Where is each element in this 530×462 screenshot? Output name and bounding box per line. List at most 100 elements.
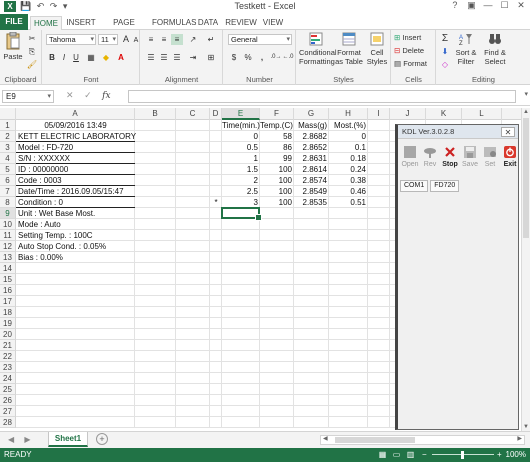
cell-h8[interactable]: 0.51: [329, 197, 368, 208]
cell-g4[interactable]: 2.8631: [294, 153, 329, 164]
cell-a4[interactable]: S/N : XXXXXX: [16, 153, 135, 164]
column-header-e[interactable]: E: [222, 108, 260, 120]
row-header-24[interactable]: 24: [0, 373, 16, 384]
add-sheet-icon[interactable]: +: [96, 433, 108, 445]
row-header-15[interactable]: 15: [0, 274, 16, 285]
clear-icon[interactable]: ◇: [439, 59, 451, 70]
sheet-tab-sheet1[interactable]: Sheet1: [48, 432, 88, 447]
cell-a1[interactable]: 05/09/2016 13:49: [16, 120, 135, 131]
cell-e2[interactable]: 0: [222, 131, 260, 142]
page-break-view-icon[interactable]: ▥: [405, 448, 416, 462]
cell-f8[interactable]: 100: [260, 197, 294, 208]
column-header-l[interactable]: L: [462, 108, 502, 120]
horizontal-scroll-thumb[interactable]: [335, 437, 415, 443]
find-select-button[interactable]: Find & Select: [481, 32, 509, 66]
cell-a8[interactable]: Condition : 0: [16, 197, 135, 208]
kdl-save-button[interactable]: Save: [460, 145, 480, 168]
cell-f1[interactable]: Temp.(C): [260, 120, 294, 131]
cell-f7[interactable]: 100: [260, 186, 294, 197]
cancel-entry-icon[interactable]: ✕: [66, 90, 74, 100]
column-header-k[interactable]: K: [426, 108, 462, 120]
row-header-23[interactable]: 23: [0, 362, 16, 373]
tab-data[interactable]: DATA: [196, 16, 220, 30]
column-header-j[interactable]: J: [390, 108, 426, 120]
ribbon-display-button[interactable]: ▣: [464, 0, 478, 11]
tab-file[interactable]: FILE: [0, 14, 28, 30]
cell-g5[interactable]: 2.8614: [294, 164, 329, 175]
row-header-18[interactable]: 18: [0, 307, 16, 318]
format-painter-icon[interactable]: 🖌: [26, 59, 38, 70]
cell-a10[interactable]: Mode : Auto: [16, 219, 135, 230]
row-header-1[interactable]: 1: [0, 120, 16, 131]
cut-icon[interactable]: ✂: [26, 33, 38, 44]
row-header-14[interactable]: 14: [0, 263, 16, 274]
insert-cells-button[interactable]: ⊞ Insert: [394, 33, 421, 42]
cell-a11[interactable]: Setting Temp. : 100C: [16, 230, 135, 241]
sort-filter-button[interactable]: AZ Sort & Filter: [452, 32, 480, 66]
cell-a13[interactable]: Bias : 0.00%: [16, 252, 135, 263]
paste-button[interactable]: Paste: [3, 32, 23, 61]
row-header-16[interactable]: 16: [0, 285, 16, 296]
restore-button[interactable]: ☐: [497, 0, 511, 11]
column-header-a[interactable]: A: [16, 108, 135, 120]
selected-cell-e9[interactable]: [221, 207, 262, 221]
scroll-down-icon[interactable]: ▼: [522, 424, 530, 430]
autosum-icon[interactable]: Σ: [439, 33, 451, 44]
conditional-formatting-button[interactable]: Conditional Formatting: [299, 32, 337, 66]
enter-entry-icon[interactable]: ✓: [84, 90, 92, 100]
cell-f5[interactable]: 100: [260, 164, 294, 175]
row-header-21[interactable]: 21: [0, 340, 16, 351]
row-header-10[interactable]: 10: [0, 219, 16, 230]
number-format-select[interactable]: General: [228, 34, 292, 45]
font-size-select[interactable]: 11: [98, 34, 118, 45]
row-header-19[interactable]: 19: [0, 318, 16, 329]
comma-button[interactable]: ,: [256, 52, 268, 63]
orientation-icon[interactable]: ↗: [187, 34, 199, 45]
vertical-scrollbar[interactable]: ▲ ▼: [521, 108, 530, 431]
close-button[interactable]: ✕: [514, 0, 528, 11]
font-name-select[interactable]: Tahoma: [46, 34, 96, 45]
kdl-exit-button[interactable]: Exit: [500, 145, 520, 168]
column-header-c[interactable]: C: [176, 108, 210, 120]
column-header-h[interactable]: H: [329, 108, 368, 120]
row-header-5[interactable]: 5: [0, 164, 16, 175]
align-center-icon[interactable]: ☰: [158, 52, 170, 63]
row-header-13[interactable]: 13: [0, 252, 16, 263]
indent-icon[interactable]: ⇥: [187, 52, 199, 63]
cell-f4[interactable]: 99: [260, 153, 294, 164]
cell-g3[interactable]: 2.8652: [294, 142, 329, 153]
cell-a5[interactable]: ID : 00000000: [16, 164, 135, 175]
italic-button[interactable]: I: [58, 52, 70, 63]
scroll-up-icon[interactable]: ▲: [522, 109, 530, 115]
next-sheet-icon[interactable]: ▶: [24, 435, 30, 444]
row-header-9[interactable]: 9: [0, 208, 16, 219]
cell-e3[interactable]: 0.5: [222, 142, 260, 153]
fill-color-icon[interactable]: ◆: [100, 52, 112, 63]
insert-function-icon[interactable]: fx: [102, 91, 110, 101]
cell-h7[interactable]: 0.46: [329, 186, 368, 197]
cell-g2[interactable]: 2.8682: [294, 131, 329, 142]
cell-a7[interactable]: Date/Time : 2016.09.05/15:47: [16, 186, 135, 197]
kdl-window[interactable]: KDL Ver.3.0.2.8 ✕ Open Rev Stop Save Set…: [395, 124, 519, 430]
increase-decimal-icon[interactable]: .0→: [270, 52, 282, 63]
row-header-12[interactable]: 12: [0, 241, 16, 252]
column-header-i[interactable]: I: [368, 108, 390, 120]
column-header-d[interactable]: D: [210, 108, 222, 120]
tab-formulas[interactable]: FORMULAS: [152, 16, 196, 30]
cell-a3[interactable]: Model : FD-720: [16, 142, 135, 153]
kdl-close-button[interactable]: ✕: [501, 127, 515, 137]
cell-f3[interactable]: 86: [260, 142, 294, 153]
delete-cells-button[interactable]: ⊟ Delete: [394, 46, 424, 55]
fill-icon[interactable]: ⬇: [439, 46, 451, 57]
cell-a2[interactable]: KETT ELECTRIC LABORATORY: [16, 131, 136, 142]
align-middle-icon[interactable]: ≡: [158, 34, 170, 45]
cell-f2[interactable]: 58: [260, 131, 294, 142]
cell-a6[interactable]: Code : 0003: [16, 175, 135, 186]
vertical-scroll-thumb[interactable]: [523, 118, 529, 238]
tab-view[interactable]: VIEW: [261, 16, 285, 30]
kdl-rev-button[interactable]: Rev: [420, 145, 440, 168]
underline-button[interactable]: U: [70, 52, 82, 63]
zoom-out-button[interactable]: −: [422, 448, 427, 462]
column-header-f[interactable]: F: [260, 108, 294, 120]
cell-e1[interactable]: Time(min.): [222, 120, 260, 131]
